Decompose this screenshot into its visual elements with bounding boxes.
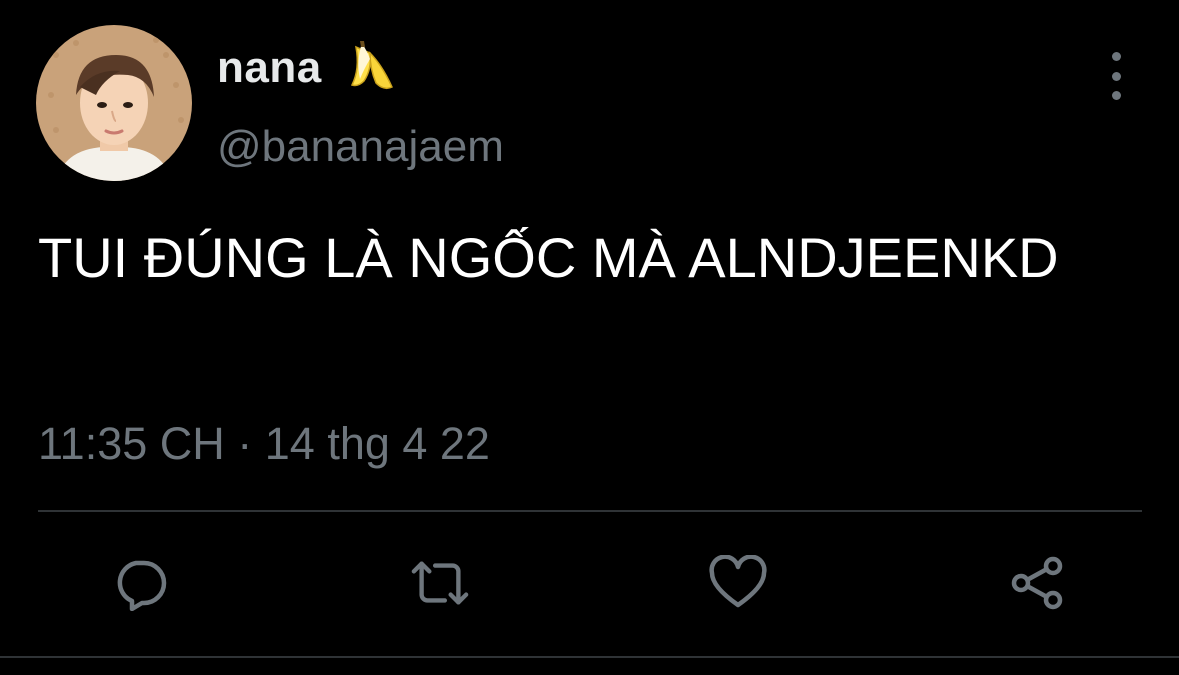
banana-icon — [342, 39, 400, 97]
share-icon — [1011, 556, 1063, 610]
retweet-icon — [411, 561, 469, 605]
like-button[interactable] — [708, 553, 768, 613]
heart-icon — [709, 555, 767, 608]
share-button[interactable] — [1008, 553, 1068, 613]
more-dot-icon — [1111, 52, 1121, 61]
avatar[interactable] — [36, 25, 192, 181]
retweet-button[interactable] — [410, 553, 470, 613]
tweet-text: TUI ĐÚNG LÀ NGỐC MÀ ALNDJEENKD — [38, 226, 1059, 289]
tweet-timestamp[interactable]: 11:35 CH · 14 thg 4 22 — [38, 418, 490, 470]
user-handle[interactable]: @bananajaem — [217, 122, 504, 172]
reply-button[interactable] — [110, 553, 170, 613]
divider — [38, 510, 1142, 512]
more-dot-icon — [1111, 71, 1121, 81]
reply-icon — [117, 560, 167, 611]
divider — [0, 656, 1179, 658]
user-name-row: nana — [217, 36, 400, 100]
display-name[interactable]: nana — [217, 43, 322, 93]
tweet-detail: nana @bananajaem TUI ĐÚNG LÀ NGỐC MÀ ALN… — [0, 0, 1179, 675]
more-dot-icon — [1111, 91, 1121, 100]
avatar-photo — [36, 25, 192, 181]
more-options-button[interactable] — [1098, 52, 1134, 100]
